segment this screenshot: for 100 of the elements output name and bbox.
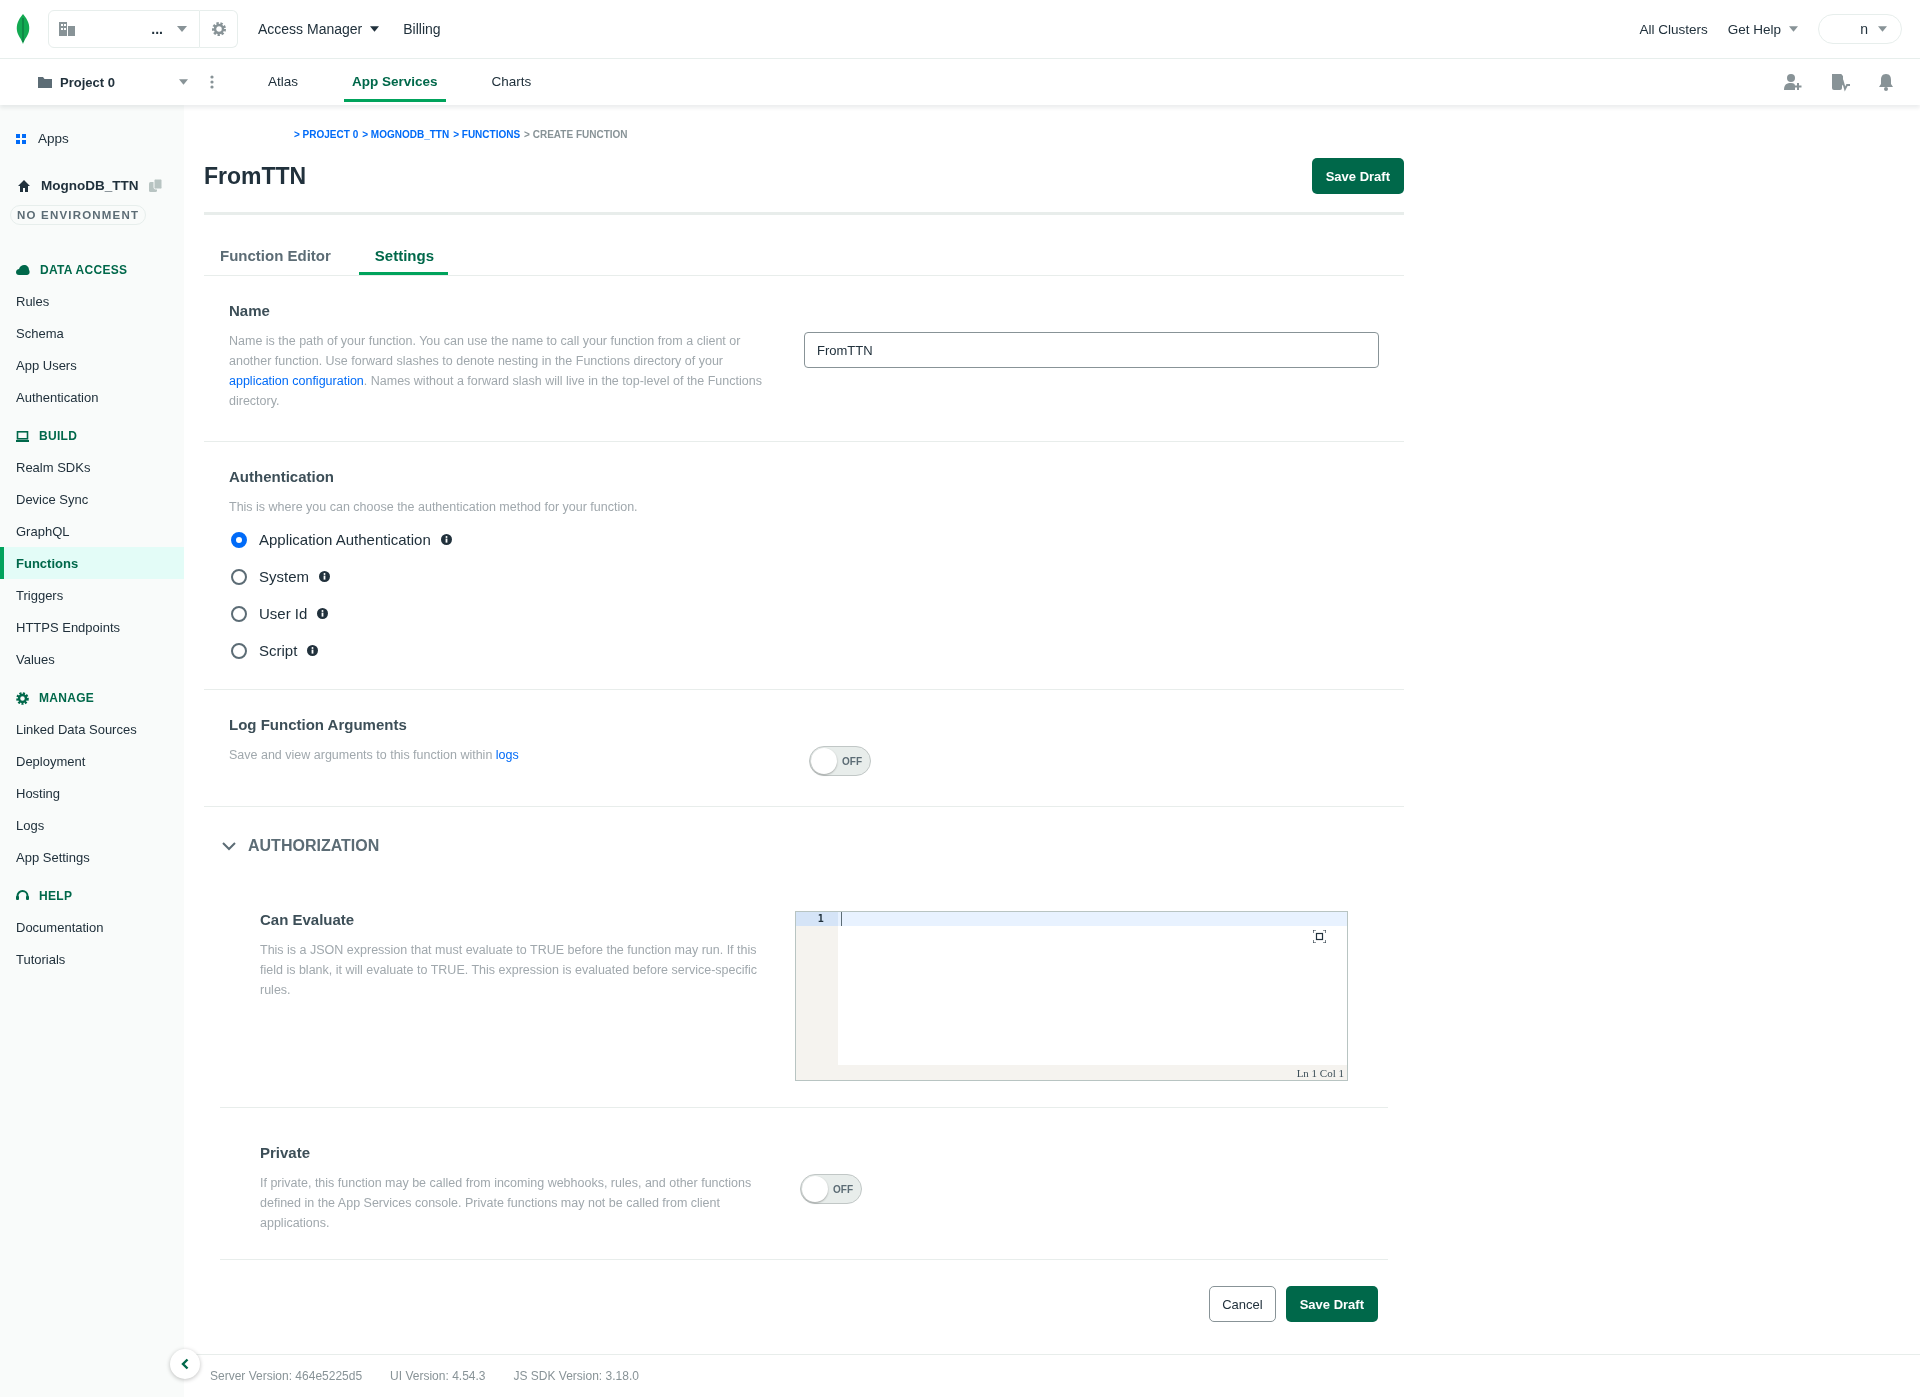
info-icon[interactable] bbox=[319, 571, 330, 582]
version-text: JS SDK Version: 3.18.0 bbox=[513, 1369, 639, 1383]
info-icon[interactable] bbox=[307, 645, 319, 656]
chevron-left-icon bbox=[181, 1358, 189, 1370]
info-icon[interactable] bbox=[440, 534, 452, 545]
sidebar-item[interactable]: Rules bbox=[0, 285, 184, 317]
apps-label: Apps bbox=[38, 131, 69, 146]
project-selector[interactable]: Project 0 bbox=[38, 74, 188, 90]
home-icon bbox=[18, 179, 30, 192]
sidebar-item[interactable]: Values bbox=[0, 643, 184, 675]
headset-icon bbox=[16, 890, 29, 902]
section-heading: BUILD bbox=[39, 429, 78, 443]
logs-link[interactable]: logs bbox=[495, 748, 519, 762]
sidebar-item[interactable]: App Settings bbox=[0, 841, 184, 873]
notifications-icon[interactable] bbox=[1878, 73, 1894, 91]
gear-icon bbox=[16, 691, 29, 705]
section-title: Authentication bbox=[229, 468, 335, 485]
fullscreen-icon[interactable] bbox=[1313, 930, 1326, 943]
section-description: Save and view arguments to this function within logs bbox=[229, 747, 520, 764]
product-tab[interactable]: App Services bbox=[344, 62, 446, 102]
tab[interactable]: Settings bbox=[358, 239, 448, 275]
sidebar-item[interactable]: Linked Data Sources bbox=[0, 713, 184, 745]
caret-icon bbox=[179, 79, 188, 85]
sidebar-item[interactable]: Triggers bbox=[0, 579, 184, 611]
sidebar-item[interactable]: Hosting bbox=[0, 777, 184, 809]
section-title: Name bbox=[229, 302, 271, 319]
section-description: This is a JSON expression that must evaluate to TRUE before the function may run. If this field is blank, it will evaluate to TRUE. This expression is evaluated before service-specific rules. bbox=[260, 942, 758, 999]
version-text: UI Version: 4.54.3 bbox=[390, 1369, 486, 1383]
line-number: 1 bbox=[795, 912, 838, 926]
product-tab[interactable]: Atlas bbox=[260, 62, 306, 102]
code-editor[interactable]: 1 Ln 1 Col 1 bbox=[794, 911, 1348, 1081]
page-title: FromTTN bbox=[204, 162, 307, 190]
sidebar-item[interactable]: GraphQL bbox=[0, 515, 184, 547]
tab[interactable]: Function Editor bbox=[220, 239, 345, 275]
add-user-icon[interactable] bbox=[1784, 73, 1802, 91]
apps-link[interactable]: Apps bbox=[0, 125, 184, 152]
section-title: Log Function Arguments bbox=[229, 716, 408, 733]
breadcrumb-link[interactable]: > FUNCTIONS bbox=[453, 129, 521, 140]
top-menu-link[interactable]: Billing bbox=[403, 21, 441, 37]
toggle-switch[interactable]: OFF bbox=[800, 1174, 862, 1204]
more-options-icon[interactable] bbox=[210, 75, 214, 89]
breadcrumb-link[interactable]: > MOGNODB_TTN bbox=[362, 129, 450, 140]
radio-label: Application Authentication bbox=[259, 531, 431, 548]
sidebar-item[interactable]: Functions bbox=[0, 547, 184, 579]
sidebar-item[interactable]: HTTPS Endpoints bbox=[0, 611, 184, 643]
folder-icon bbox=[38, 76, 52, 88]
product-tab[interactable]: Charts bbox=[483, 62, 540, 102]
sidebar-item[interactable]: Tutorials bbox=[0, 943, 184, 975]
radio-label: Script bbox=[259, 642, 298, 659]
caret-icon bbox=[177, 26, 187, 32]
name-input-field[interactable]: FromTTN bbox=[804, 332, 1379, 368]
section-heading: MANAGE bbox=[39, 691, 95, 705]
sidebar-item[interactable]: Realm SDKs bbox=[0, 451, 184, 483]
sidebar-item[interactable]: Deployment bbox=[0, 745, 184, 777]
section-heading: DATA ACCESS bbox=[40, 263, 128, 277]
caret-icon bbox=[1878, 26, 1887, 32]
breadcrumb-link[interactable]: > PROJECT 0 bbox=[294, 129, 359, 140]
top-menu-link[interactable]: All Clusters bbox=[1639, 21, 1708, 37]
version-text: Server Version: 464e5225d5 bbox=[210, 1369, 363, 1383]
radio-button[interactable] bbox=[231, 531, 247, 548]
authorization-toggle[interactable]: AUTHORIZATION bbox=[204, 807, 398, 875]
sidebar-item[interactable]: Authentication bbox=[0, 381, 184, 413]
building-icon bbox=[59, 22, 75, 36]
settings-icon bbox=[210, 21, 227, 37]
activity-feed-icon[interactable] bbox=[1830, 72, 1850, 92]
sidebar-item[interactable]: Logs bbox=[0, 809, 184, 841]
sidebar-item[interactable]: Device Sync bbox=[0, 483, 184, 515]
organization-selector[interactable]: ... bbox=[48, 10, 200, 48]
radio-button[interactable] bbox=[231, 605, 247, 622]
section-title: Private bbox=[260, 1144, 312, 1161]
settings-button[interactable] bbox=[200, 10, 238, 48]
laptop-icon bbox=[16, 430, 29, 442]
section-title: Can Evaluate bbox=[260, 911, 356, 928]
sidebar-item[interactable]: Schema bbox=[0, 317, 184, 349]
configuration-link[interactable]: application configuration bbox=[229, 374, 364, 388]
section-description: This is where you can choose the authentication method for your function. bbox=[229, 499, 639, 516]
caret-icon bbox=[370, 26, 380, 32]
top-menu-link[interactable]: Get Help bbox=[1727, 21, 1798, 37]
toggle-switch[interactable]: OFF bbox=[809, 746, 871, 776]
sidebar-item[interactable]: Documentation bbox=[0, 911, 184, 943]
breadcrumb-current: > CREATE FUNCTION bbox=[524, 129, 628, 140]
info-icon[interactable] bbox=[317, 608, 329, 619]
caret-icon bbox=[1789, 26, 1798, 32]
radio-button[interactable] bbox=[231, 568, 247, 585]
save-draft-button[interactable]: Save Draft bbox=[1311, 158, 1404, 194]
app-name: MognoDB_TTN bbox=[41, 178, 139, 193]
top-menu-link[interactable]: Access Manager bbox=[258, 21, 380, 37]
radio-label: System bbox=[259, 568, 309, 585]
leaf-logo-icon[interactable] bbox=[16, 14, 30, 44]
cursor-position: Ln 1 Col 1 bbox=[1296, 1067, 1344, 1079]
radio-label: User Id bbox=[259, 605, 308, 622]
section-description: Name is the path of your function. You can use the name to call your function from a client or another function. Use forward slashes to denote nesting in the Functions directory of your application configuration. Names without a forward slash will live in the top-level of the Functions directory. bbox=[229, 333, 763, 410]
sidebar-item[interactable]: App Users bbox=[0, 349, 184, 381]
cancel-button[interactable]: Cancel bbox=[1209, 1286, 1276, 1322]
section-description: If private, this function may be called from incoming webhooks, rules, and other functions defined in the App Services console. Private functions may not be called from client applications. bbox=[260, 1175, 753, 1232]
radio-button[interactable] bbox=[231, 642, 247, 659]
collapse-sidebar-button[interactable] bbox=[170, 1349, 200, 1379]
section-heading: HELP bbox=[39, 889, 73, 903]
save-draft-button[interactable]: Save Draft bbox=[1285, 1286, 1378, 1322]
cloud-icon bbox=[16, 265, 30, 275]
